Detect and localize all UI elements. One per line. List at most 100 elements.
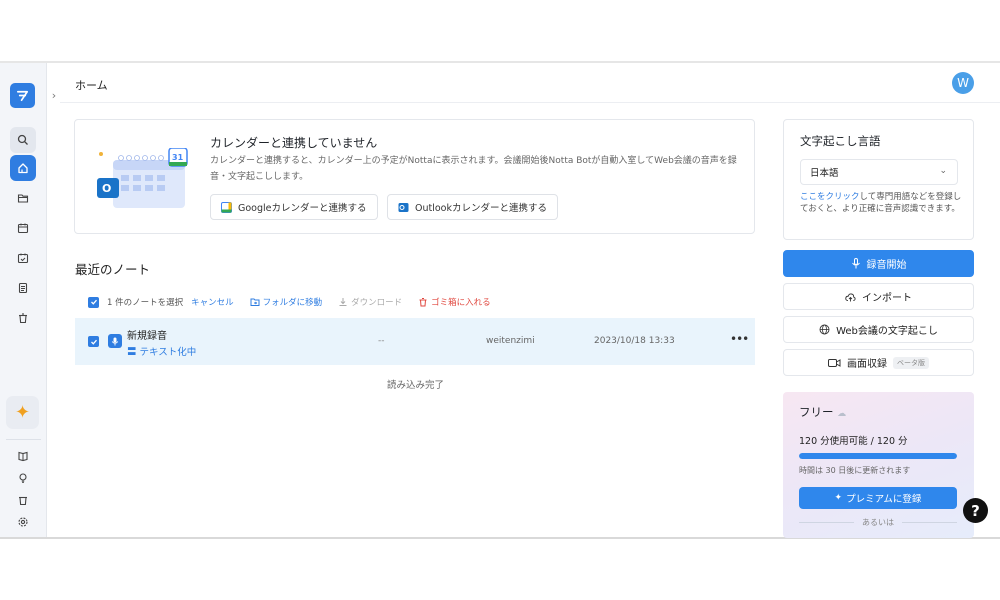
note-checkbox[interactable] — [88, 336, 99, 347]
top-border — [0, 61, 1000, 63]
document-icon — [18, 282, 28, 294]
ai-assistant-button[interactable]: ✦ — [6, 396, 39, 429]
screen-recording-button[interactable]: 画面収録 ベータ版 — [783, 349, 974, 376]
divider-line-right — [902, 522, 957, 523]
avatar[interactable]: W — [952, 72, 974, 94]
usage-progress-fill — [799, 453, 957, 459]
upgrade-premium-button[interactable]: ✦ プレミアムに登録 — [799, 487, 957, 509]
sidebar-item-home[interactable] — [10, 155, 36, 181]
header-divider — [60, 102, 1000, 103]
lightbulb-icon — [19, 473, 27, 483]
question-mark-icon: ? — [971, 501, 980, 520]
start-recording-button[interactable]: 録音開始 — [783, 250, 974, 277]
calendar-connect-card: O 31 カレンダーと連携していません カレンダーと連携すると、カレンダー上の予… — [74, 119, 755, 234]
sparkle-icon: ✦ — [834, 493, 843, 503]
divider-line-left — [799, 522, 854, 523]
cancel-selection-button[interactable]: キャンセル — [191, 296, 234, 308]
web-meeting-label: Web会議の文字起こし — [836, 326, 938, 337]
calendar-card-title: カレンダーと連携していません — [210, 136, 378, 150]
plan-card: フリー ☁ 120 分使用可能 / 120 分 時間は 30 日後に更新されます… — [783, 392, 974, 538]
transcribing-icon: 〓 — [127, 347, 137, 358]
transcription-language-card: 文字起こし言語 日本語 ⌄ ここをクリックして専門用語などを登録しておくと、より… — [783, 119, 974, 240]
loaded-status: 読み込み完了 — [387, 380, 445, 391]
table-row[interactable]: 新規録音 〓テキスト化中 -- weitenzimi 2023/10/18 13… — [75, 318, 755, 365]
google-calendar-label: Googleカレンダーと連携する — [238, 203, 367, 214]
more-options-icon[interactable]: ••• — [730, 332, 749, 346]
note-date: 2023/10/18 13:33 — [594, 336, 675, 346]
calendar-card-description: カレンダーと連携すると、カレンダー上の予定がNottaに表示されます。会議開始後… — [210, 156, 737, 182]
globe-icon — [819, 324, 830, 335]
custom-vocabulary-link[interactable]: ここをクリック — [800, 192, 860, 202]
recent-notes-title: 最近のノート — [75, 262, 151, 277]
outlook-calendar-label: Outlookカレンダーと連携する — [415, 203, 547, 214]
usage-progress-bar — [799, 453, 957, 459]
microphone-icon — [851, 258, 860, 269]
start-recording-label: 録音開始 — [866, 260, 907, 271]
sidebar-item-schedule[interactable] — [10, 245, 36, 271]
check-icon — [90, 299, 97, 305]
sidebar-item-trash[interactable] — [10, 305, 36, 331]
sidebar-item-documents[interactable] — [10, 275, 36, 301]
note-status: 〓テキスト化中 — [127, 344, 196, 358]
outlook-icon — [398, 202, 409, 212]
calendar-icon — [17, 223, 29, 234]
cloud-icon: ☁ — [837, 409, 847, 419]
note-title[interactable]: 新規録音 — [127, 327, 167, 342]
book-icon — [18, 451, 28, 462]
calendar-illustration: O 31 — [97, 148, 188, 208]
folder-move-icon — [250, 298, 260, 306]
note-duration: -- — [378, 336, 385, 346]
screen-recording-label: 画面収録 — [847, 359, 887, 370]
web-meeting-transcription-button[interactable]: Web会議の文字起こし — [783, 316, 974, 343]
sparkle-icon: ✦ — [14, 402, 31, 423]
import-label: インポート — [862, 293, 912, 304]
move-to-trash-label: ゴミ箱に入れる — [431, 298, 491, 308]
gear-icon — [18, 517, 28, 527]
check-icon — [90, 339, 97, 345]
plan-name: フリー ☁ — [799, 404, 846, 420]
download-button[interactable]: ダウンロード — [338, 296, 402, 308]
or-divider: あるいは — [799, 517, 957, 528]
chevron-down-icon: ⌄ — [939, 166, 947, 176]
plan-name-label: フリー — [799, 405, 834, 419]
help-button[interactable]: ? — [963, 498, 988, 523]
language-select[interactable]: 日本語 ⌄ — [800, 159, 958, 185]
select-all-checkbox[interactable] — [88, 296, 99, 308]
connect-outlook-calendar-button[interactable]: Outlookカレンダーと連携する — [387, 194, 558, 220]
video-camera-icon — [828, 358, 841, 367]
move-to-folder-label: フォルダに移動 — [262, 298, 323, 308]
note-owner: weitenzimi — [486, 336, 535, 346]
selection-toolbar: 1 件のノートを選択 キャンセル フォルダに移動 ダウンロード ゴミ箱に入れる — [88, 295, 491, 309]
connect-google-calendar-button[interactable]: Googleカレンダーと連携する — [210, 194, 378, 220]
move-to-folder-button[interactable]: フォルダに移動 — [250, 296, 323, 308]
sidebar: ✦ — [0, 63, 47, 537]
upgrade-premium-label: プレミアムに登録 — [846, 494, 922, 505]
home-icon — [18, 163, 28, 174]
import-button[interactable]: インポート — [783, 283, 974, 310]
expand-sidebar-chevron-icon[interactable]: › — [47, 87, 61, 103]
google-calendar-icon — [221, 201, 232, 213]
cloud-upload-icon — [845, 292, 856, 301]
plan-renew-text: 時間は 30 日後に更新されます — [799, 466, 911, 475]
sidebar-divider — [6, 439, 41, 440]
breadcrumb: ホーム — [75, 79, 108, 92]
notta-logo[interactable] — [10, 83, 35, 108]
calendar-check-icon — [17, 253, 29, 264]
selected-count: 1 件のノートを選択 — [107, 298, 184, 308]
bin-icon — [19, 496, 27, 506]
move-to-trash-button[interactable]: ゴミ箱に入れる — [418, 296, 491, 308]
svg-text:31: 31 — [172, 153, 184, 162]
sidebar-search-button[interactable] — [10, 127, 36, 153]
sidebar-item-calendar[interactable] — [10, 215, 36, 241]
logo-icon — [16, 90, 29, 102]
language-card-title: 文字起こし言語 — [800, 134, 881, 148]
sidebar-item-settings[interactable] — [10, 509, 36, 535]
trash-icon — [19, 313, 27, 324]
trash-icon — [419, 298, 427, 307]
sidebar-item-folders[interactable] — [10, 185, 36, 211]
language-selected-value: 日本語 — [810, 168, 839, 179]
beta-badge: ベータ版 — [893, 356, 929, 369]
svg-text:O: O — [102, 182, 111, 195]
search-icon — [17, 134, 28, 145]
download-icon — [339, 298, 347, 306]
